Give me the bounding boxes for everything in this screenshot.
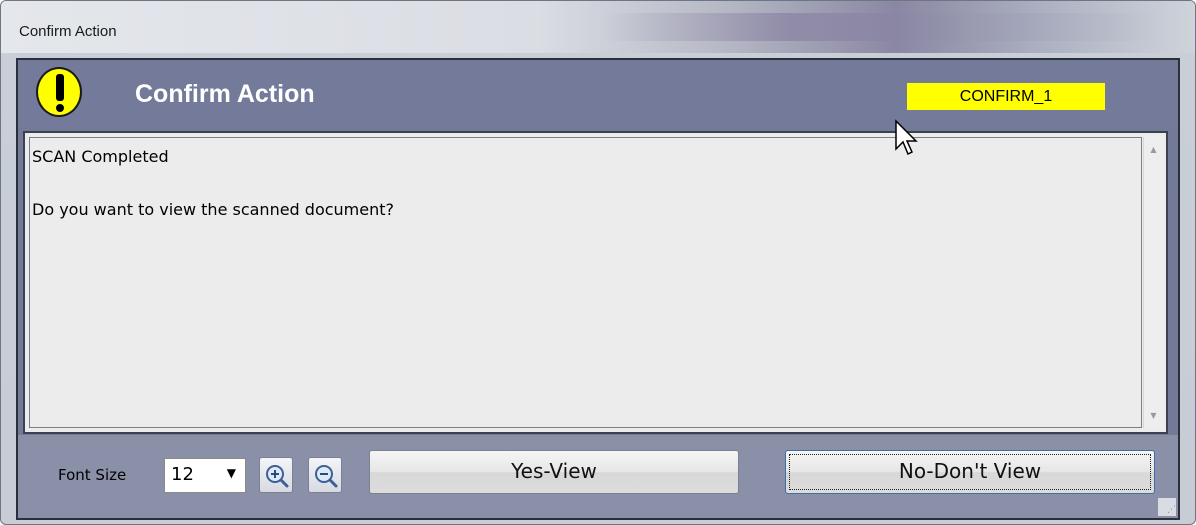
font-size-value: 12 <box>171 464 194 485</box>
zoom-out-button[interactable] <box>308 457 342 493</box>
dialog-code-badge: CONFIRM_1 <box>907 83 1105 110</box>
scroll-down-arrow-icon[interactable]: ▼ <box>1144 411 1163 420</box>
zoom-out-icon <box>315 465 338 488</box>
titlebar-background-blur <box>601 13 1161 41</box>
no-dont-view-button[interactable]: No-Don't View <box>785 450 1155 494</box>
window-title: Confirm Action <box>19 23 117 40</box>
message-panel: SCAN Completed Do you want to view the s… <box>23 131 1168 434</box>
message-scrollbar[interactable]: ▲ ▼ <box>1143 137 1163 428</box>
resize-grip-icon[interactable]: ⋰ <box>1158 498 1176 516</box>
zoom-in-icon <box>266 465 289 488</box>
font-size-label: Font Size <box>58 466 127 484</box>
mouse-cursor-icon <box>895 119 918 156</box>
dialog-panel: Confirm Action CONFIRM_1 SCAN Completed … <box>16 58 1180 520</box>
dialog-footer: Font Size 12 ▼ Yes-View No-Don't View ⋰ <box>18 435 1178 518</box>
dialog-title: Confirm Action <box>135 80 315 108</box>
font-size-dropdown[interactable]: 12 ▼ <box>164 458 246 493</box>
message-line-status: SCAN Completed <box>32 147 169 166</box>
dialog-header: Confirm Action CONFIRM_1 <box>18 60 1178 128</box>
confirm-dialog-window: Confirm Action Confirm Action CONFIRM_1 … <box>0 0 1196 525</box>
window-titlebar[interactable]: Confirm Action <box>1 1 1195 53</box>
message-text-area[interactable]: SCAN Completed Do you want to view the s… <box>29 137 1142 428</box>
scroll-up-arrow-icon[interactable]: ▲ <box>1144 145 1163 154</box>
zoom-in-button[interactable] <box>259 457 293 493</box>
dropdown-arrow-icon: ▼ <box>226 466 236 480</box>
message-line-question: Do you want to view the scanned document… <box>32 200 395 219</box>
yes-view-button[interactable]: Yes-View <box>369 450 739 494</box>
alert-exclamation-icon <box>36 67 82 117</box>
focus-ring <box>789 454 1151 490</box>
